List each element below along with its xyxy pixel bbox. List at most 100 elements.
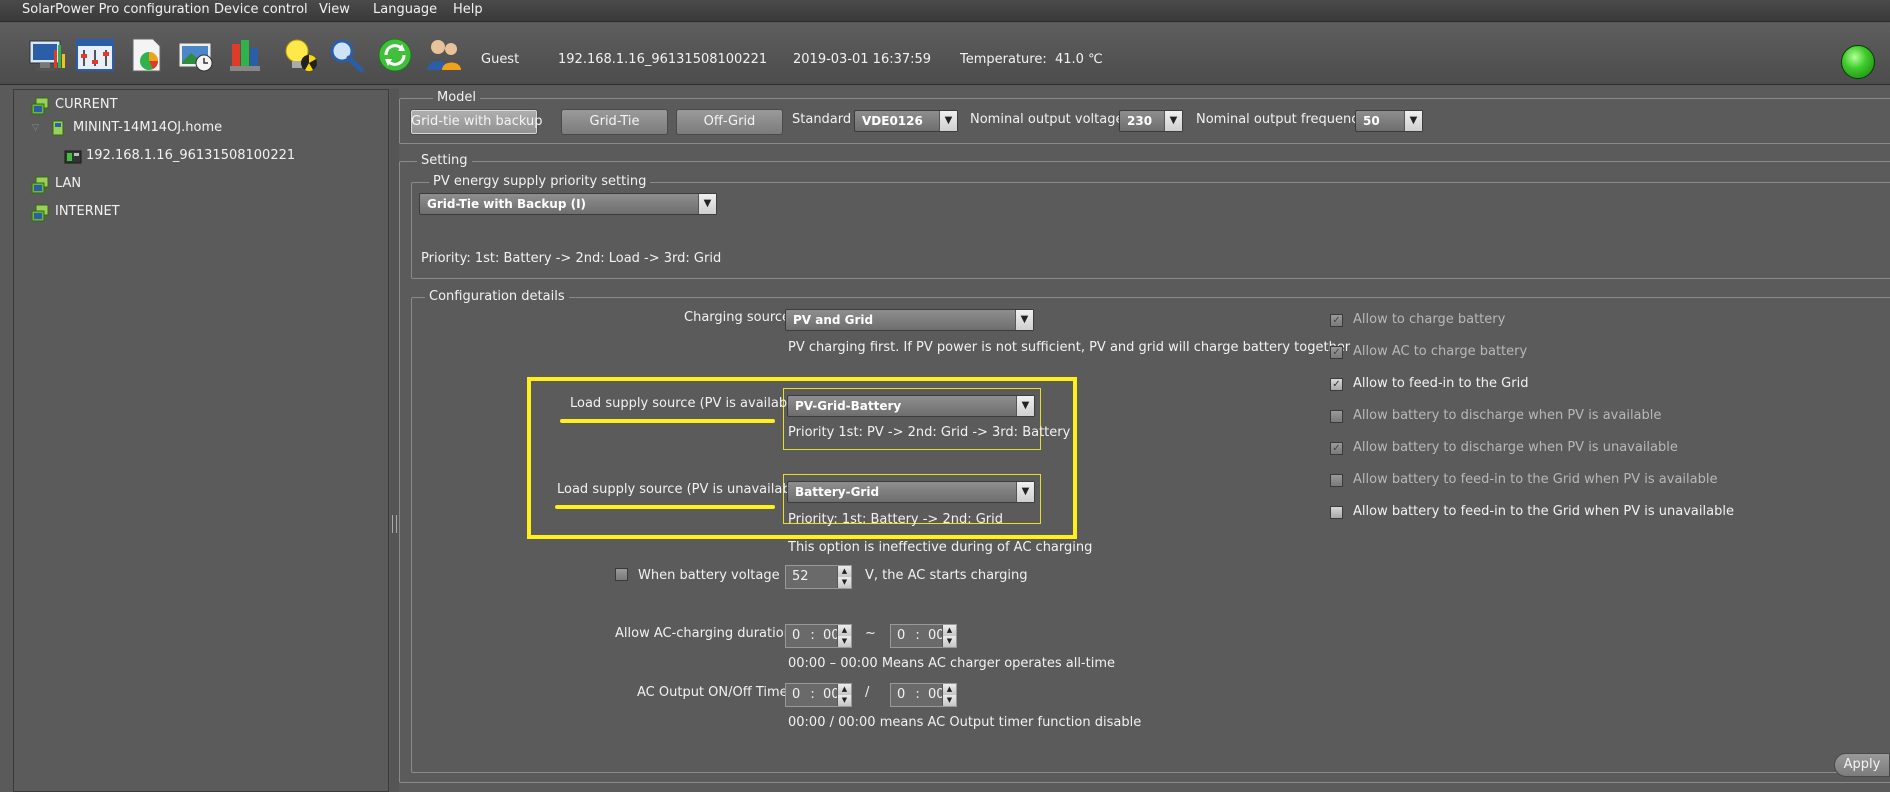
standard-select[interactable]: VDE0126 ▼ [854, 110, 958, 132]
ac-duration-separator: ~ [865, 626, 876, 641]
standard-label: Standard [792, 112, 852, 127]
spin-up-icon[interactable]: ▲ [837, 566, 851, 577]
ac-timer-label: AC Output ON/Off Timer [637, 685, 793, 700]
tree-item-current[interactable]: CURRENT [55, 97, 118, 112]
mode-grid-tie-backup-button[interactable]: Grid-tie with backup [410, 109, 543, 135]
search-icon[interactable] [326, 36, 366, 74]
pv-priority-select[interactable]: Grid-Tie with Backup (I) ▼ [419, 193, 717, 215]
ac-charge-battery-checkbox[interactable]: ✓ [1330, 346, 1343, 359]
charging-source-select[interactable]: PV and Grid ▼ [785, 309, 1034, 331]
battery-voltage-value: 52 [792, 569, 809, 584]
dropdown-arrow-icon: ▼ [1016, 396, 1034, 416]
standard-value: VDE0126 [862, 114, 923, 128]
ac-charging-note: This option is ineffective during of AC … [788, 540, 1093, 555]
dropdown-arrow-icon: ▼ [1164, 111, 1182, 131]
frequency-value: 50 [1363, 114, 1380, 128]
time-colon: : [915, 687, 920, 702]
spin-down-icon[interactable]: ▼ [837, 695, 851, 706]
config-details-title: Configuration details [425, 289, 569, 304]
menu-solarpower-config[interactable]: SolarPower Pro configuration [22, 2, 210, 17]
spin-down-icon[interactable]: ▼ [837, 636, 851, 647]
device-id: 192.168.1.16_96131508100221 [558, 52, 768, 67]
event-log-icon[interactable] [176, 36, 216, 74]
mode-grid-tie-button[interactable]: Grid-Tie [561, 109, 668, 135]
toolbar: Guest 192.168.1.16_96131508100221 2019-0… [0, 23, 1890, 85]
charge-battery-checkbox[interactable]: ✓ [1330, 314, 1343, 327]
battery-voltage-spinner[interactable]: 52 ▲ ▼ [785, 565, 852, 589]
spin-down-icon[interactable]: ▼ [837, 577, 851, 588]
charging-source-label: Charging source [684, 310, 791, 325]
ac-timer-on-time[interactable]: 0 : 00 ▲ ▼ [785, 683, 852, 707]
time-colon: : [810, 628, 815, 643]
pv-priority-text: Priority: 1st: Battery -> 2nd: Load -> 3… [421, 251, 722, 266]
ac-timer-off-hour: 0 [897, 687, 906, 702]
ac-duration-end-hour: 0 [897, 628, 906, 643]
discharge-pv-unavailable-checkbox[interactable]: ✓ [1330, 442, 1343, 455]
ac-charge-battery-label: Allow AC to charge battery [1353, 344, 1528, 359]
bulb-icon[interactable] [279, 36, 319, 74]
ac-timer-note: 00:00 / 00:00 means AC Output timer func… [788, 715, 1142, 730]
voltage-value: 230 [1127, 114, 1153, 128]
time-colon: : [810, 687, 815, 702]
users-icon[interactable] [424, 36, 464, 74]
data-collect-icon[interactable] [226, 36, 266, 74]
menu-view[interactable]: View [319, 2, 350, 17]
feed-in-pv-unavailable-checkbox[interactable] [1330, 506, 1343, 519]
internet-icon [31, 204, 49, 222]
ac-duration-start-time[interactable]: 0 : 00 ▲ ▼ [785, 624, 852, 648]
ac-timer-on-hour: 0 [792, 687, 801, 702]
datetime: 2019-03-01 16:37:59 [793, 52, 932, 67]
dropdown-arrow-icon: ▼ [1016, 482, 1034, 502]
ac-duration-label: Allow AC-charging duration [615, 626, 792, 641]
tree-expand-icon[interactable]: ▽ [32, 123, 39, 133]
discharge-pv-available-label: Allow battery to discharge when PV is av… [1353, 408, 1662, 423]
spin-up-icon[interactable]: ▲ [942, 625, 956, 636]
mode-off-grid-button[interactable]: Off-Grid [676, 109, 783, 135]
charging-source-value: PV and Grid [793, 313, 874, 327]
battery-voltage-label: When battery voltage < [638, 568, 795, 583]
load-pv-available-select[interactable]: PV-Grid-Battery ▼ [787, 395, 1035, 417]
battery-voltage-checkbox[interactable] [615, 568, 628, 581]
dropdown-arrow-icon: ▼ [1404, 111, 1422, 131]
menu-language[interactable]: Language [373, 2, 437, 17]
computer-icon [49, 120, 67, 138]
apply-button[interactable]: Apply [1834, 753, 1890, 777]
spin-down-icon[interactable]: ▼ [942, 695, 956, 706]
spin-up-icon[interactable]: ▲ [942, 684, 956, 695]
tree-item-internet[interactable]: INTERNET [55, 204, 120, 219]
highlight-underline-pv-unavailable [555, 505, 775, 509]
time-colon: : [915, 628, 920, 643]
voltage-select[interactable]: 230 ▼ [1119, 110, 1183, 132]
menu-device-control[interactable]: Device control [214, 2, 308, 17]
data-report-icon[interactable] [127, 36, 167, 74]
parameter-settings-icon[interactable] [75, 36, 115, 74]
lan-icon [31, 176, 49, 194]
menu-help[interactable]: Help [453, 2, 483, 17]
network-computer-icon [31, 97, 49, 115]
ac-duration-start-hour: 0 [792, 628, 801, 643]
frequency-select[interactable]: 50 ▼ [1355, 110, 1423, 132]
spin-down-icon[interactable]: ▼ [942, 636, 956, 647]
spin-up-icon[interactable]: ▲ [837, 625, 851, 636]
tree-item-device[interactable]: 192.168.1.16_96131508100221 [86, 148, 295, 163]
load-pv-unavailable-select[interactable]: Battery-Grid ▼ [787, 481, 1035, 503]
charge-battery-label: Allow to charge battery [1353, 312, 1506, 327]
refresh-icon[interactable] [375, 36, 415, 74]
tree-item-host[interactable]: MININT-14M14OJ.home [73, 120, 222, 135]
ac-timer-off-time[interactable]: 0 : 00 ▲ ▼ [890, 683, 957, 707]
temperature-value: 41.0 ℃ [1055, 52, 1103, 67]
monitor-chart-icon[interactable] [27, 36, 67, 74]
frequency-label: Nominal output frequency [1196, 112, 1367, 127]
spin-up-icon[interactable]: ▲ [837, 684, 851, 695]
feed-in-grid-checkbox[interactable]: ✓ [1330, 378, 1343, 391]
ac-duration-end-time[interactable]: 0 : 00 ▲ ▼ [890, 624, 957, 648]
feed-in-grid-label: Allow to feed-in to the Grid [1353, 376, 1529, 391]
tree-item-lan[interactable]: LAN [55, 176, 81, 191]
discharge-pv-available-checkbox[interactable] [1330, 410, 1343, 423]
dropdown-arrow-icon: ▼ [698, 194, 716, 214]
feed-in-pv-available-checkbox[interactable] [1330, 474, 1343, 487]
splitter-grip[interactable] [392, 515, 397, 533]
panel-splitter[interactable] [390, 89, 399, 792]
temperature-label: Temperature: [960, 52, 1047, 67]
pv-priority-value: Grid-Tie with Backup (I) [427, 197, 587, 211]
